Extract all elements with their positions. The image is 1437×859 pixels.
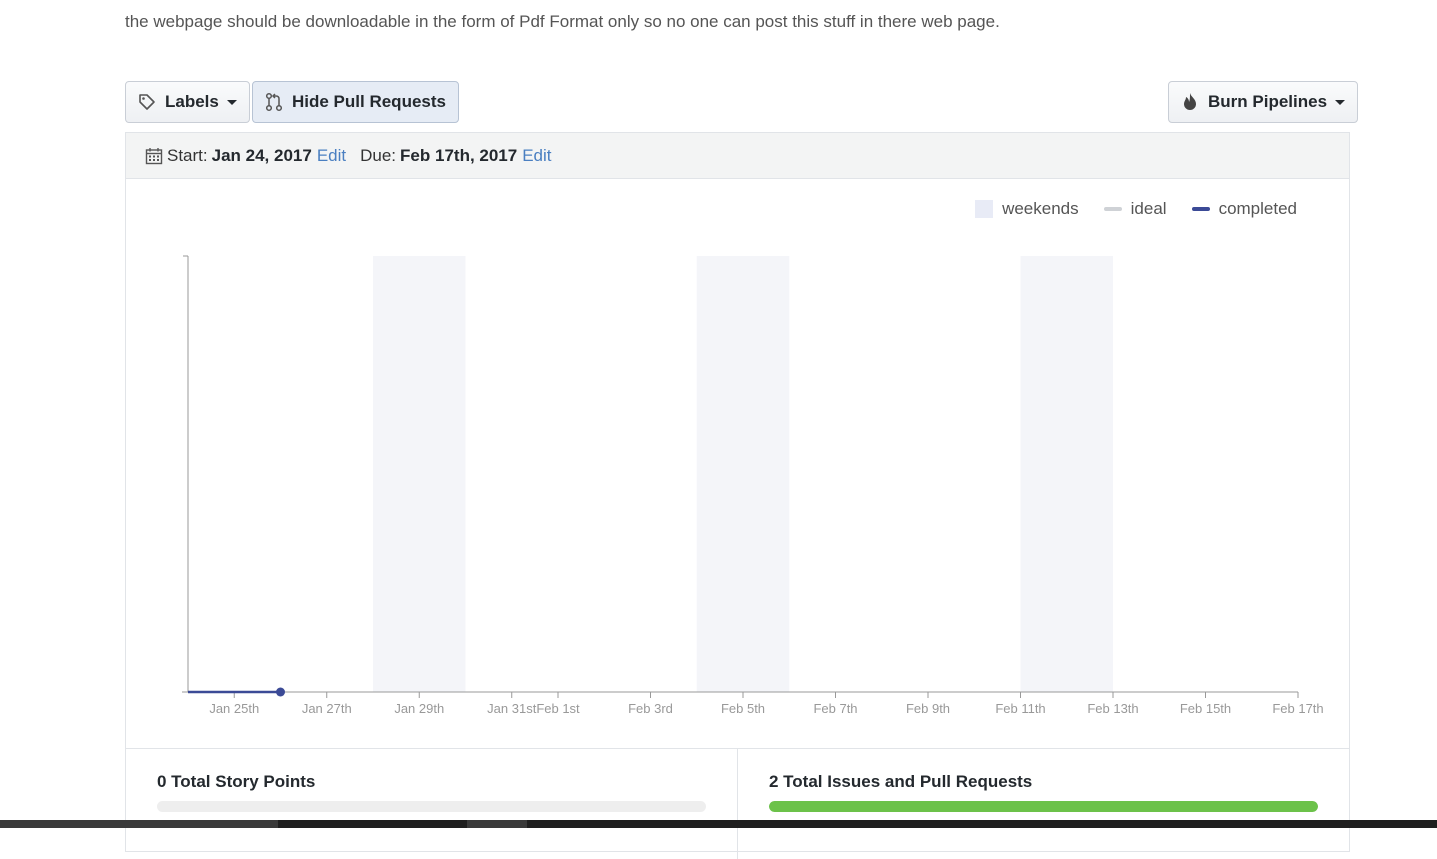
labels-button[interactable]: Labels bbox=[125, 81, 250, 123]
os-taskbar bbox=[0, 820, 1437, 828]
x-tick-label: Feb 11th bbox=[995, 701, 1045, 716]
edit-due-link[interactable]: Edit bbox=[522, 146, 551, 166]
start-label: Start: bbox=[167, 145, 208, 165]
x-tick-label: Feb 5th bbox=[721, 701, 765, 716]
chevron-down-icon bbox=[226, 99, 237, 105]
due-date: Feb 17th, 2017 bbox=[400, 145, 518, 165]
x-tick-label: Jan 25th bbox=[209, 701, 259, 716]
hide-pull-requests-button[interactable]: Hide Pull Requests bbox=[252, 81, 459, 123]
issues-progress bbox=[769, 801, 1318, 812]
story-points-progress bbox=[157, 801, 706, 812]
x-tick-label: Feb 9th bbox=[906, 701, 950, 716]
story-points-stat: 0 Total Story Points bbox=[126, 749, 737, 859]
story-points-title: 0 Total Story Points bbox=[157, 772, 316, 791]
edit-start-link[interactable]: Edit bbox=[317, 146, 346, 166]
pull-request-icon bbox=[265, 92, 283, 112]
x-tick-label: Jan 29th bbox=[394, 701, 444, 716]
stats-row: 0 Total Story Points 2 Total Issues and … bbox=[126, 748, 1349, 859]
taskbar-item[interactable] bbox=[467, 820, 527, 828]
weekend-band bbox=[696, 256, 790, 692]
due-label: Due: bbox=[360, 145, 397, 165]
issues-stat: 2 Total Issues and Pull Requests bbox=[737, 749, 1349, 859]
completed-point bbox=[276, 687, 285, 697]
issues-progress-fill bbox=[769, 801, 1318, 812]
weekend-band bbox=[373, 256, 466, 692]
x-tick-label: Feb 17th bbox=[1272, 701, 1323, 716]
burndown-panel: Start: Jan 24, 2017 Edit Due: Feb 17th, … bbox=[125, 132, 1350, 859]
x-tick-label: Feb 7th bbox=[813, 701, 857, 716]
x-tick-label: Feb 15th bbox=[1180, 701, 1231, 716]
hide-pull-requests-label: Hide Pull Requests bbox=[292, 92, 446, 111]
x-tick-label: Feb 3rd bbox=[628, 701, 673, 716]
tag-icon bbox=[138, 93, 156, 111]
burndown-chart: Jan 25th Jan 27th Jan 29th Jan 31st Feb 1st F… bbox=[182, 255, 1324, 716]
burn-pipelines-button[interactable]: Burn Pipelines bbox=[1168, 81, 1359, 123]
calendar-icon bbox=[145, 147, 163, 165]
weekend-band bbox=[1020, 256, 1113, 692]
milestone-dates: Start: Jan 24, 2017 Edit Due: Feb 17th, … bbox=[126, 133, 1349, 179]
x-tick-label: Feb 13th bbox=[1087, 701, 1138, 716]
flame-icon bbox=[1181, 92, 1199, 112]
issues-title: 2 Total Issues and Pull Requests bbox=[769, 772, 1033, 791]
labels-button-label: Labels bbox=[165, 92, 219, 111]
start-date: Jan 24, 2017 bbox=[211, 145, 312, 165]
x-tick-label: Jan 27th bbox=[302, 701, 352, 716]
taskbar-item[interactable] bbox=[0, 820, 278, 828]
x-tick-label: Feb 1st bbox=[536, 701, 580, 716]
burn-pipelines-label: Burn Pipelines bbox=[1208, 92, 1328, 111]
issue-description: the webpage should be downloadable in th… bbox=[125, 12, 1000, 31]
chevron-down-icon bbox=[1335, 99, 1346, 105]
x-tick-label: Jan 31st bbox=[487, 701, 537, 716]
